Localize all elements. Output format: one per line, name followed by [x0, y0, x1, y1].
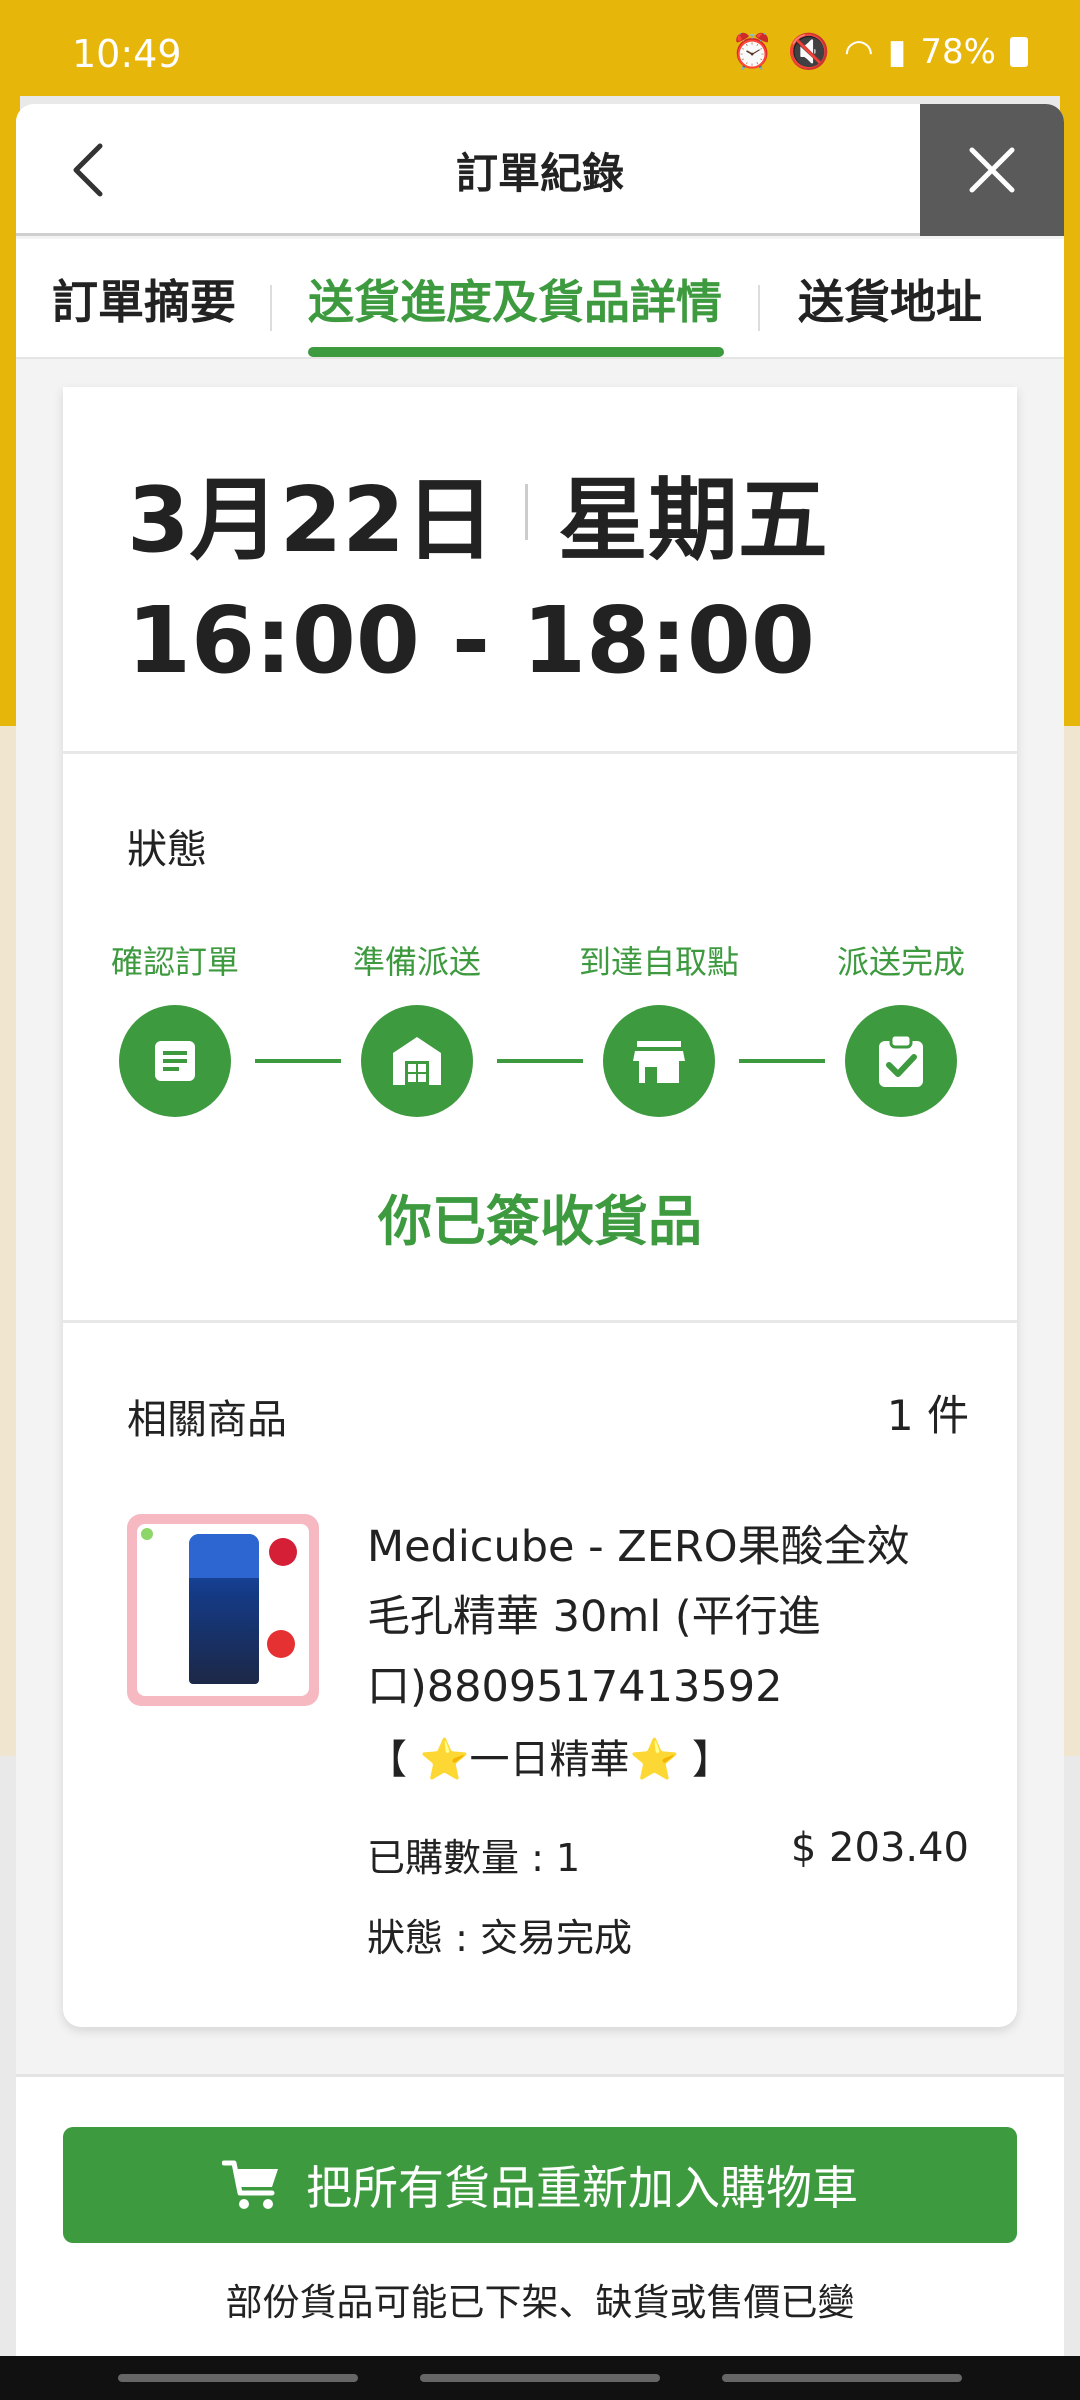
step-connector [255, 1059, 341, 1063]
tab-divider [758, 285, 760, 331]
nav-recent-button[interactable] [118, 2374, 358, 2382]
chevron-left-icon [73, 143, 103, 197]
step-delivered [845, 1005, 957, 1117]
bottom-action-area: 把所有貨品重新加入購物車 部份貨品可能已下架、缺貨或售價已變 [16, 2074, 1064, 2360]
tab-divider [270, 285, 272, 331]
wifi-icon: ◠ [844, 32, 874, 72]
purchased-quantity: 已購數量 : 1 [367, 1836, 581, 1880]
step-connector [739, 1059, 825, 1063]
product-image [137, 1524, 309, 1696]
status-time: 10:49 [72, 32, 182, 76]
store-icon [633, 1041, 685, 1083]
delivery-card: 3月22日 星期五 16:00 - 18:00 狀態 確認訂單 準備派送 到達自… [63, 387, 1017, 2027]
product-name[interactable]: Medicube - ZERO果酸全效毛孔精華 30ml (平行進口)88095… [367, 1512, 927, 1722]
readd-to-cart-button[interactable]: 把所有貨品重新加入購物車 [63, 2127, 1017, 2243]
close-button[interactable] [920, 104, 1064, 236]
tab-order-summary[interactable]: 訂單摘要 [52, 239, 236, 359]
order-record-sheet: 訂單紀錄 訂單摘要 送貨進度及貨品詳情 送貨地址 3月22日 星期五 16:00… [16, 104, 1064, 2360]
related-products-heading: 相關商品 [127, 1397, 287, 1443]
status-bar: 10:49 ⏰ 🔇 ◠ ▮ 78% [0, 0, 1080, 96]
signal-icon: ▮ [887, 32, 907, 72]
document-icon [155, 1041, 195, 1081]
serum-bottle-cap [189, 1534, 259, 1578]
system-nav-bar [0, 2356, 1080, 2400]
disclaimer-text: 部份貨品可能已下架、缺貨或售價已變 [225, 2281, 855, 2324]
mute-icon: 🔇 [787, 32, 831, 72]
product-tag: 【 ⭐一日精華⭐ 】 [367, 1737, 733, 1783]
header: 訂單紀錄 [16, 104, 1064, 236]
section-divider [63, 1320, 1017, 1323]
step-label-preparing: 準備派送 [352, 943, 481, 981]
step-connector [497, 1059, 583, 1063]
nav-back-button[interactable] [722, 2374, 962, 2382]
status-icons: ⏰ 🔇 ◠ ▮ 78% [731, 32, 1028, 72]
received-message: 你已簽收貨品 [378, 1190, 702, 1253]
step-label-confirm-order: 確認訂單 [110, 943, 239, 981]
step-label-delivered: 派送完成 [836, 943, 965, 981]
delivery-date: 3月22日 星期五 [127, 447, 828, 577]
date-divider [524, 484, 528, 540]
active-tab-indicator [308, 347, 724, 357]
clipboard-check-icon [879, 1033, 923, 1087]
status-heading: 狀態 [127, 827, 207, 873]
step-preparing [361, 1005, 473, 1117]
cart-icon [222, 2160, 278, 2209]
delivery-weekday: 星期五 [557, 468, 828, 573]
battery-icon [1010, 37, 1028, 67]
image-dot [141, 1528, 153, 1540]
step-label-arrived-pickup: 到達自取點 [578, 943, 739, 981]
products-count: 1 件 [886, 1391, 969, 1440]
close-icon [969, 147, 1015, 193]
item-status: 狀態 : 交易完成 [367, 1916, 632, 1960]
page-title: 訂單紀錄 [455, 148, 624, 198]
step-arrived-pickup [603, 1005, 715, 1117]
tab-delivery-progress[interactable]: 送貨進度及貨品詳情 [308, 239, 722, 359]
delivery-day: 3月22日 [127, 468, 495, 573]
tab-delivery-address[interactable]: 送貨地址 [798, 239, 982, 359]
new-badge [267, 1630, 295, 1658]
back-button[interactable] [56, 138, 120, 202]
nav-home-button[interactable] [420, 2374, 660, 2382]
battery-level: 78% [920, 32, 996, 72]
readd-to-cart-label: 把所有貨品重新加入購物車 [306, 2161, 858, 2215]
delivery-time-range: 16:00 - 18:00 [127, 587, 815, 694]
section-divider [63, 751, 1017, 754]
product-thumbnail[interactable] [127, 1514, 319, 1706]
alarm-icon: ⏰ [731, 32, 774, 72]
warehouse-icon [393, 1037, 441, 1085]
best-badge [269, 1538, 297, 1566]
step-confirm-order [119, 1005, 231, 1117]
tab-bar: 訂單摘要 送貨進度及貨品詳情 送貨地址 [16, 239, 1064, 359]
product-price: $ 203.40 [790, 1825, 969, 1871]
